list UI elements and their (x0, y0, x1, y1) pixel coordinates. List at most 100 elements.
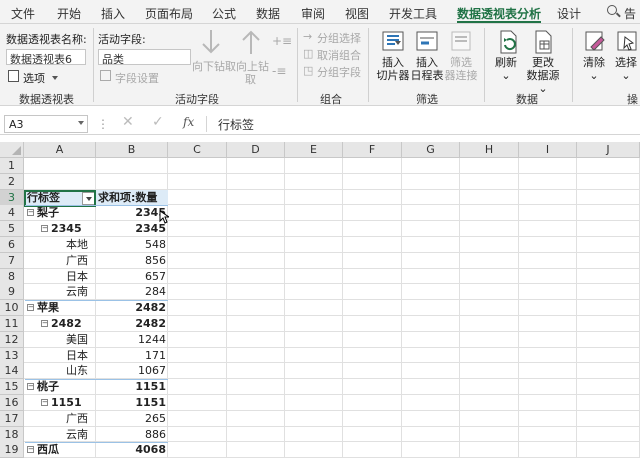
worksheet-grid[interactable]: A B C D E F G H I J 1 2 3 4 5 6 7 8 9 10 11 12 13 14 15 16 17 18 19 行… (0, 142, 640, 458)
expand-field-icon[interactable]: +≡ (272, 34, 292, 48)
pivot-row-value[interactable]: 265 (98, 411, 166, 427)
search-tell-me[interactable]: 告 (624, 5, 636, 22)
row-header[interactable]: 11 (0, 316, 24, 332)
select-button[interactable]: 选择 ⌄ (612, 56, 640, 82)
row-header[interactable]: 2 (0, 173, 24, 190)
column-header[interactable]: G (402, 142, 460, 158)
column-header[interactable]: D (227, 142, 285, 158)
pivot-row-label[interactable]: 2345 (51, 221, 82, 237)
name-box[interactable]: A3 (4, 115, 88, 133)
pivot-row-value[interactable]: 1067 (98, 363, 166, 379)
pivot-row-value[interactable]: 548 (98, 237, 166, 253)
enter-icon[interactable]: ✓ (152, 114, 164, 130)
column-header[interactable]: A (24, 142, 96, 158)
pivot-row-label[interactable]: 日本 (66, 348, 88, 364)
row-header[interactable]: 13 (0, 347, 24, 364)
tab-home[interactable]: 开始 (57, 5, 81, 22)
pivot-row-label[interactable]: 1151 (51, 395, 82, 411)
pivot-row-value[interactable]: 4068 (98, 442, 166, 458)
collapse-toggle-icon[interactable]: − (41, 399, 48, 406)
pivot-row-label[interactable]: 梨子 (37, 205, 59, 221)
pivot-row-label[interactable]: 云南 (66, 427, 88, 443)
row-header[interactable]: 5 (0, 221, 24, 238)
column-header[interactable]: I (519, 142, 577, 158)
pivot-row-label[interactable]: 山东 (66, 363, 88, 379)
collapse-toggle-icon[interactable]: − (41, 320, 48, 327)
column-header[interactable]: H (460, 142, 519, 158)
chevron-down-icon[interactable] (78, 121, 84, 125)
row-header[interactable]: 18 (0, 426, 24, 443)
tab-design[interactable]: 设计 (557, 5, 581, 22)
pivot-row-label[interactable]: 广西 (66, 253, 88, 269)
insert-function-icon[interactable]: fx (183, 115, 194, 129)
chevron-down-icon[interactable] (52, 76, 58, 80)
pivot-row-value[interactable]: 1151 (98, 379, 166, 395)
row-header[interactable]: 3 (0, 189, 24, 206)
tab-page-layout[interactable]: 页面布局 (145, 5, 193, 22)
insert-timeline-button[interactable]: 插入 日程表 (409, 56, 445, 82)
pivot-row-label[interactable]: 美国 (66, 332, 88, 348)
tab-formulas[interactable]: 公式 (212, 5, 236, 22)
collapse-toggle-icon[interactable]: − (27, 446, 34, 454)
column-header[interactable]: B (96, 142, 168, 158)
row-header[interactable]: 16 (0, 395, 24, 411)
row-header[interactable]: 19 (0, 442, 24, 458)
row-header[interactable]: 15 (0, 379, 24, 396)
collapse-toggle-icon[interactable]: − (27, 304, 34, 312)
row-header[interactable]: 8 (0, 268, 24, 285)
field-settings-button[interactable]: 字段设置 (115, 70, 159, 86)
tab-insert[interactable]: 插入 (101, 5, 125, 22)
group-selection-button[interactable]: 分组选择 (317, 30, 361, 46)
cancel-icon[interactable]: ✕ (122, 114, 134, 130)
options-button[interactable]: 选项 (23, 70, 45, 86)
pivot-row-label[interactable]: 苹果 (37, 300, 59, 316)
pivot-name-input[interactable]: 数据透视表6 (6, 49, 86, 65)
pivot-row-value[interactable]: 657 (98, 269, 166, 285)
pivot-row-label[interactable]: 日本 (66, 269, 88, 285)
column-header[interactable]: E (285, 142, 343, 158)
row-header[interactable]: 14 (0, 363, 24, 380)
tab-data[interactable]: 数据 (256, 5, 280, 22)
pivot-row-label[interactable]: 2482 (51, 316, 82, 332)
row-header[interactable]: 9 (0, 284, 24, 301)
pivot-row-label[interactable]: 云南 (66, 284, 88, 300)
ungroup-button[interactable]: 取消组合 (317, 47, 361, 63)
drill-down-button[interactable]: 向下钻取 (192, 58, 236, 74)
pivot-row-value[interactable]: 2482 (98, 316, 166, 332)
tab-pivot-analyze[interactable]: 数据透视表分析 (457, 5, 542, 23)
clear-button[interactable]: 清除 ⌄ (578, 56, 610, 82)
pivot-row-value[interactable]: 2345 (98, 221, 166, 237)
row-header[interactable]: 6 (0, 237, 24, 253)
tab-developer[interactable]: 开发工具 (389, 5, 437, 22)
collapse-toggle-icon[interactable]: − (27, 209, 34, 217)
collapse-toggle-icon[interactable]: − (27, 383, 34, 391)
change-data-source-button[interactable]: 更改 数据源⌄ (522, 56, 564, 95)
pivot-row-value[interactable]: 1244 (98, 332, 166, 348)
active-field-input[interactable]: 品类 (98, 49, 191, 65)
pivot-row-value[interactable]: 171 (98, 348, 166, 364)
pivot-row-label[interactable]: 本地 (66, 237, 88, 253)
formula-input[interactable]: 行标签 (218, 116, 254, 133)
row-header[interactable]: 17 (0, 410, 24, 427)
insert-slicer-button[interactable]: 插入 切片器 (375, 56, 411, 82)
collapse-toggle-icon[interactable]: − (41, 225, 48, 233)
select-all-corner[interactable] (0, 142, 24, 158)
pivot-value-header[interactable]: 求和项:数量 (98, 190, 157, 206)
collapse-field-icon[interactable]: -≡ (272, 64, 286, 78)
pivot-row-label[interactable]: 桃子 (37, 379, 59, 395)
column-header[interactable]: C (168, 142, 227, 158)
search-icon[interactable] (607, 5, 617, 15)
pivot-row-label[interactable]: 广西 (66, 411, 88, 427)
refresh-button[interactable]: 刷新 ⌄ (490, 56, 522, 82)
column-header[interactable]: F (343, 142, 402, 158)
row-header[interactable]: 7 (0, 252, 24, 269)
tab-view[interactable]: 视图 (345, 5, 369, 22)
pivot-row-value[interactable]: 2345 (98, 205, 166, 221)
pivot-row-value[interactable]: 1151 (98, 395, 166, 411)
group-field-button[interactable]: 分组字段 (317, 64, 361, 80)
row-header[interactable]: 10 (0, 300, 24, 317)
pivot-row-value[interactable]: 284 (98, 284, 166, 300)
row-header[interactable]: 12 (0, 331, 24, 348)
filter-connections-button[interactable]: 筛选 器连接 (443, 56, 479, 82)
pivot-row-value[interactable]: 886 (98, 427, 166, 443)
